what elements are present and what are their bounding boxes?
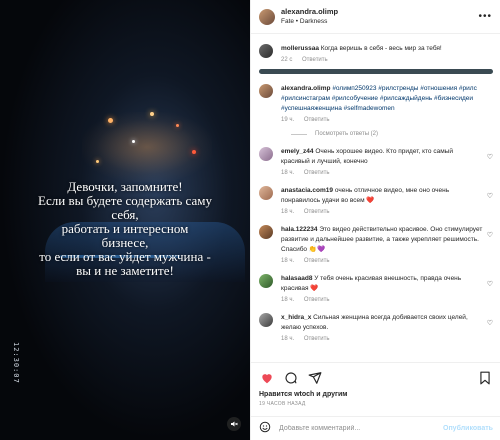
comment-username[interactable]: anastacia.com19	[281, 187, 333, 194]
post-time: 19 ЧАСОВ НАЗАД	[259, 401, 306, 407]
post-details-panel: alexandra.olimp Fate • Darkness ••• moll…	[250, 0, 500, 440]
list-item: halasaad8 У тебя очень красивая внешност…	[251, 274, 500, 303]
comment-time: 18 ч.	[281, 170, 295, 176]
comment-emoji: ❤️	[310, 285, 319, 292]
comment-username[interactable]: x_hidra_x	[281, 314, 311, 321]
heart-outline-icon[interactable]: ♡	[487, 319, 493, 342]
video-light	[150, 112, 154, 116]
reply-button[interactable]: Ответить	[304, 209, 330, 215]
bookmark-icon[interactable]	[477, 370, 493, 386]
reply-button[interactable]: Ответить	[304, 297, 330, 303]
view-replies-button[interactable]: Посмотреть ответы (2)	[291, 131, 500, 137]
avatar[interactable]	[259, 186, 273, 200]
heart-outline-icon[interactable]: ♡	[487, 192, 493, 215]
reply-button[interactable]: Ответить	[302, 57, 328, 63]
avatar[interactable]	[259, 274, 273, 288]
share-paper-plane-icon[interactable]	[307, 370, 323, 386]
comment-text: Когда веришь в себя - весь мир за тебя!	[320, 45, 442, 52]
avatar[interactable]	[259, 313, 273, 327]
divider	[291, 133, 307, 135]
avatar[interactable]	[259, 147, 273, 161]
video-road-glow	[82, 112, 212, 182]
avatar[interactable]	[259, 8, 275, 25]
comment-username[interactable]: hala.122234	[281, 226, 318, 233]
caption-username[interactable]: alexandra.olimp	[281, 85, 331, 92]
list-item: emely_z44 Очень хорошее видео. Кто приде…	[251, 147, 500, 176]
heart-outline-icon[interactable]: ♡	[487, 231, 493, 264]
comment-input[interactable]	[279, 425, 443, 432]
comment-time: 22 с	[281, 57, 293, 63]
comment-username[interactable]: halasaad8	[281, 275, 312, 282]
list-item: anastacia.com19 очень отличное видео, мн…	[251, 186, 500, 215]
video-light	[96, 160, 99, 163]
comment-time: 18 ч.	[281, 336, 295, 342]
reel-video[interactable]: Девочки, запомните! Если вы будете содер…	[0, 0, 250, 440]
comments-list: mollerussaa Когда веришь в себя - весь м…	[251, 34, 500, 362]
video-light	[192, 150, 196, 154]
post-author-username[interactable]: alexandra.olimp	[281, 7, 338, 17]
scroll-progress-bar	[259, 69, 493, 74]
heart-filled-icon[interactable]	[259, 370, 275, 386]
video-light	[108, 118, 113, 123]
post-actions: Нравится wtoch и другим 19 ЧАСОВ НАЗАД	[251, 362, 500, 407]
comment-icon[interactable]	[283, 370, 299, 386]
avatar[interactable]	[259, 44, 273, 58]
list-item: hala.122234 Это видео действительно крас…	[251, 225, 500, 264]
add-comment-bar: Опубликовать	[251, 416, 500, 440]
video-overlay-text: Девочки, запомните! Если вы будете содер…	[38, 179, 212, 278]
reply-button[interactable]: Ответить	[304, 117, 330, 123]
comment-emoji: ❤️	[366, 197, 375, 204]
list-item: mollerussaa Когда веришь в себя - весь м…	[251, 44, 500, 63]
likes-summary[interactable]: Нравится wtoch и другим	[259, 391, 493, 398]
post-comment-button[interactable]: Опубликовать	[443, 425, 493, 432]
comment-time: 18 ч.	[281, 209, 295, 215]
video-light	[176, 124, 179, 127]
post-header: alexandra.olimp Fate • Darkness •••	[251, 0, 500, 34]
audio-track[interactable]: Fate • Darkness	[281, 17, 338, 27]
comment-emoji: 👏💜	[308, 246, 326, 253]
smiley-icon[interactable]	[259, 420, 271, 438]
caption-time: 19 ч.	[281, 117, 295, 123]
video-timestamp: 12:30:07	[12, 342, 20, 384]
heart-outline-icon[interactable]: ♡	[487, 280, 493, 303]
speaker-muted-icon[interactable]	[227, 417, 241, 431]
post-caption: alexandra.olimp #олимп250923 #рилстренды…	[251, 84, 500, 123]
list-item: x_hidra_x Сильная женщина всегда добивае…	[251, 313, 500, 342]
more-horizontal-icon[interactable]: •••	[478, 11, 492, 22]
heart-outline-icon[interactable]: ♡	[487, 153, 493, 176]
comment-time: 18 ч.	[281, 297, 295, 303]
reply-button[interactable]: Ответить	[304, 336, 330, 342]
reply-button[interactable]: Ответить	[304, 258, 330, 264]
avatar[interactable]	[259, 84, 273, 98]
video-light	[132, 140, 135, 143]
comment-username[interactable]: emely_z44	[281, 148, 314, 155]
reply-button[interactable]: Ответить	[304, 170, 330, 176]
comment-username[interactable]: mollerussaa	[281, 45, 319, 52]
comment-time: 18 ч.	[281, 258, 295, 264]
avatar[interactable]	[259, 225, 273, 239]
